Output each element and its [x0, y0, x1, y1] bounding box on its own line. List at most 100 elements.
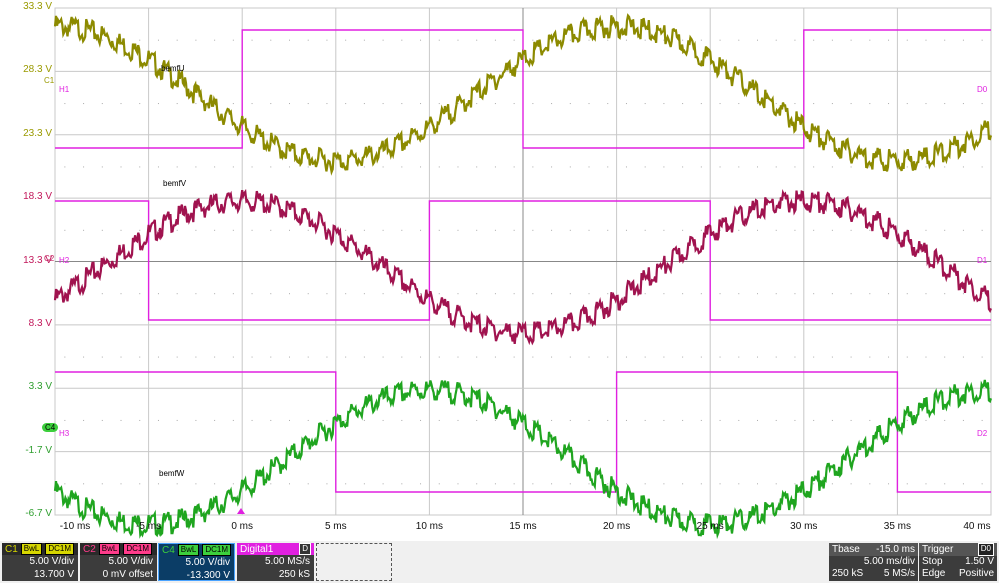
grid-dot [139, 39, 141, 41]
grid-dot [551, 483, 553, 485]
grid-dot [757, 166, 758, 168]
grid-dot [644, 166, 646, 168]
grid-dot [420, 229, 422, 231]
grid-dot [307, 483, 309, 485]
c1-coupling-tag: DC1M [45, 543, 75, 555]
channel-c1-descriptor[interactable]: C1 BwL DC1M 5.00 V/div 13.700 V [2, 543, 78, 581]
y-tick-label: 3.3 V [28, 381, 52, 393]
grid-dot [420, 103, 422, 105]
timebase-descriptor[interactable]: Tbase -15.0 ms 5.00 ms/div 250 kS 5 MS/s [829, 543, 918, 581]
x-tick-label: 25 ms [696, 521, 724, 532]
grid-dot [382, 419, 384, 421]
grid-dot [345, 39, 347, 41]
grid-dot [401, 229, 403, 231]
grid-dot [850, 39, 852, 41]
bottom-status-bar: C1 BwL DC1M 5.00 V/div 13.700 V C2 BwL D… [0, 541, 999, 583]
grid-dot [326, 483, 328, 485]
x-tick-label: 20 ms [602, 521, 631, 532]
grid-dot [663, 293, 665, 295]
trigger-label: Trigger [922, 544, 954, 555]
grid-dot [401, 419, 403, 421]
grid-dot [176, 229, 178, 231]
c4-marker[interactable]: C4 [42, 423, 59, 432]
grid-dot [644, 293, 646, 295]
grid-dot [719, 166, 721, 168]
grid-dot [925, 39, 927, 41]
grid-dot [270, 419, 272, 421]
grid-dot [401, 356, 403, 358]
grid-dot [831, 229, 833, 231]
grid-dot [682, 356, 684, 358]
y-tick-label: 28.3 V [23, 64, 52, 76]
grid-dot [457, 293, 459, 295]
grid-dot [532, 39, 534, 41]
grid-dot [569, 483, 571, 485]
grid-dot [101, 483, 103, 485]
grid-dot [682, 229, 684, 231]
c1-offset: 13.700 V [33, 569, 74, 580]
grid-dot [944, 166, 946, 168]
grid-dot [195, 39, 197, 41]
grid-dot [420, 356, 422, 358]
channel-c2-descriptor[interactable]: C2 BwL DC1M 5.00 V/div 0 mV offset [80, 543, 157, 581]
trigger-descriptor[interactable]: Trigger D0 Stop 1.50 V Edge Positive [919, 543, 997, 581]
grid-dot [176, 293, 178, 295]
grid-dot [83, 483, 85, 485]
trigger-position-marker[interactable] [237, 508, 245, 514]
grid-dot [831, 103, 833, 105]
grid-dot [494, 419, 496, 421]
grid-dot [906, 356, 908, 358]
grid-dot [401, 483, 403, 485]
c2-marker[interactable]: C2 [44, 254, 54, 263]
grid-dot [981, 103, 983, 105]
grid-dot [869, 356, 871, 358]
grid-dot [494, 229, 496, 231]
grid-dot [232, 229, 234, 231]
grid-dot [438, 419, 440, 421]
grid-dot [289, 483, 290, 485]
grid-dot [757, 356, 758, 358]
grid-dot [251, 39, 253, 41]
grid-dot [232, 356, 234, 358]
grid-dot [944, 356, 946, 358]
grid-dot [944, 483, 946, 485]
grid-dot [232, 39, 234, 41]
grid-dot [513, 39, 515, 41]
c2-bw-tag: BwL [98, 543, 121, 555]
grid-dot [176, 103, 178, 105]
grid-dot [551, 419, 553, 421]
grid-dot [270, 166, 272, 168]
grid-dot [569, 419, 571, 421]
c1-marker[interactable]: C1 [44, 76, 54, 85]
grid-dot [139, 166, 141, 168]
grid-dot [944, 293, 946, 295]
digital1-descriptor[interactable]: Digital1 D 5.00 MS/s 250 kS [237, 543, 314, 581]
grid-dot [775, 103, 777, 105]
grid-dot [101, 356, 103, 358]
grid-dot [850, 103, 852, 105]
grid-dot [888, 39, 890, 41]
grid-dot [906, 39, 908, 41]
grid-dot [83, 419, 85, 421]
grid-dot [962, 103, 964, 105]
c2-coupling-tag: DC1M [123, 543, 153, 555]
grid-dot [625, 229, 627, 231]
channel-c4-descriptor[interactable]: C4 BwL DC1M 5.00 V/div -13.300 V [158, 543, 235, 581]
grid-dot [869, 483, 871, 485]
grid-dot [569, 356, 571, 358]
grid-dot [251, 293, 253, 295]
grid-dot [513, 483, 515, 485]
grid-dot [794, 166, 796, 168]
grid-dot [251, 483, 253, 485]
grid-dot [625, 483, 627, 485]
grid-dot [270, 356, 272, 358]
c2-vdiv: 5.00 V/div [108, 556, 153, 567]
trace-label-bemfw: bemfW [159, 469, 185, 478]
grid-dot [700, 166, 702, 168]
trigger-type: Edge [922, 568, 946, 579]
empty-descriptor-slot[interactable] [316, 543, 392, 581]
grid-dot [551, 103, 553, 105]
grid-dot [775, 39, 777, 41]
grid-dot [719, 483, 721, 485]
digital1-badge: D [299, 543, 311, 555]
